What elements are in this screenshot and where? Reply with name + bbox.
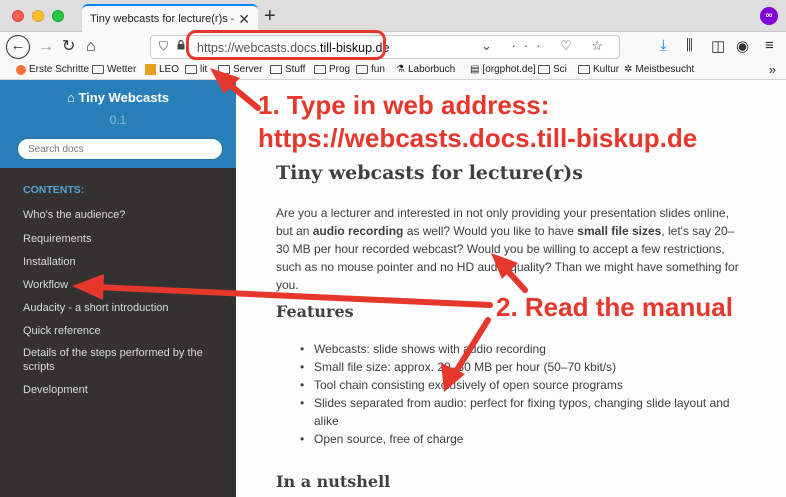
- home-icon: ⌂: [66, 90, 79, 105]
- title-bar: Tiny webcasts for lecture(r)s — Tiny ✕ +…: [0, 0, 786, 32]
- folder-icon: [356, 65, 368, 74]
- toc-item-development[interactable]: Development: [23, 383, 223, 397]
- menu-icon[interactable]: ≡: [765, 37, 774, 54]
- bookmark-meistbesucht[interactable]: ✲ Meistbesucht: [624, 64, 694, 75]
- toc-item-installation[interactable]: Installation: [23, 255, 223, 269]
- bookmark-label: Prog: [329, 64, 351, 75]
- toc-item-quick-reference[interactable]: Quick reference: [23, 324, 223, 338]
- home-icon[interactable]: ⌂: [86, 36, 96, 58]
- bookmark-label: fun: [371, 64, 385, 75]
- folder-icon: [538, 65, 550, 74]
- folder-icon: [185, 65, 197, 74]
- page-actions[interactable]: ⌄ ··· ♡ ☆: [481, 38, 611, 54]
- toc-item-details-steps[interactable]: Details of the steps performed by the sc…: [23, 346, 223, 374]
- back-arrow-icon[interactable]: ←: [6, 35, 30, 59]
- nutshell-heading: In a nutshell: [276, 472, 391, 491]
- intro-emphasis: small file sizes: [577, 224, 662, 238]
- bookmark-fun[interactable]: fun: [356, 64, 385, 75]
- toc-item-audience[interactable]: Who's the audience?: [23, 208, 223, 222]
- bookmark-label: Kultur: [593, 64, 620, 75]
- list-item: Open source, free of charge: [300, 430, 750, 448]
- folder-icon: [218, 65, 230, 74]
- contents-caption: CONTENTS:: [23, 184, 85, 196]
- bookmark-label: Laborbuch: [407, 64, 456, 75]
- gear-icon: ✲: [624, 64, 633, 75]
- address-highlight-box: [186, 30, 386, 60]
- search-docs-input[interactable]: Search docs: [17, 138, 223, 160]
- sidebar-header: ⌂ Tiny Webcasts 0.1 Search docs: [0, 80, 236, 168]
- page-title: Tiny webcasts for lecture(r)s: [276, 162, 583, 184]
- bookmark-label: Meistbesucht: [635, 64, 695, 75]
- firefox-icon: [16, 64, 26, 75]
- bookmark-sci[interactable]: Sci: [538, 64, 567, 75]
- features-list: Webcasts: slide shows with audio recordi…: [300, 340, 750, 448]
- list-item: Tool chain consisting exclusively of ope…: [300, 376, 750, 394]
- bookmark-label: lit: [200, 64, 208, 75]
- bookmark-label: [orgphot.de]: [482, 64, 536, 75]
- toc-item-requirements[interactable]: Requirements: [23, 232, 223, 246]
- sidebar-toggle-icon[interactable]: ◫: [711, 37, 725, 55]
- window-minimize-button[interactable]: [32, 10, 44, 22]
- private-browsing-mask-icon: ∞: [760, 7, 778, 25]
- list-item: Small file size: approx. 20–30 MB per ho…: [300, 358, 750, 376]
- bookmarks-overflow-icon[interactable]: »: [769, 62, 776, 77]
- folder-icon: [314, 65, 326, 74]
- bookmark-generic-icon: ▤: [470, 64, 480, 75]
- forward-arrow-icon[interactable]: →: [38, 36, 54, 58]
- features-heading: Features: [276, 302, 354, 321]
- account-icon[interactable]: ◉: [736, 37, 749, 55]
- navigation-bar: ← → ↻ ⌂ ⛉ https://webcasts.docs.till-bis…: [0, 32, 786, 62]
- annotation-step2: 2. Read the manual: [496, 291, 733, 323]
- project-link[interactable]: ⌂ Tiny Webcasts: [0, 90, 236, 105]
- window-maximize-button[interactable]: [52, 10, 64, 22]
- bookmark-orgphot[interactable]: ▤ [orgphot.de]: [470, 64, 536, 75]
- bookmark-label: Erste Schritte: [29, 64, 90, 75]
- bookmark-wetter[interactable]: Wetter: [92, 64, 136, 75]
- toc-item-workflow[interactable]: Workflow: [23, 278, 223, 292]
- lock-icon[interactable]: [177, 40, 185, 50]
- window-close-button[interactable]: [12, 10, 24, 22]
- project-name: Tiny Webcasts: [78, 90, 170, 105]
- docs-sidebar: ⌂ Tiny Webcasts 0.1 Search docs CONTENTS…: [0, 80, 236, 497]
- bookmark-label: LEO: [159, 64, 180, 75]
- folder-icon: [578, 65, 590, 74]
- lab-icon: ⚗: [396, 64, 405, 75]
- bookmark-stuff[interactable]: Stuff: [270, 64, 305, 75]
- tab-close-icon[interactable]: ✕: [238, 12, 250, 26]
- bookmark-laborbuch[interactable]: ⚗ Laborbuch: [396, 64, 455, 75]
- library-icon[interactable]: ⫼: [686, 37, 693, 54]
- bookmark-kultur[interactable]: Kultur: [578, 64, 619, 75]
- annotation-step1-url: https://webcasts.docs.till-biskup.de: [258, 123, 698, 153]
- version-label: 0.1: [109, 113, 127, 127]
- bookmark-leo[interactable]: LEO: [145, 64, 179, 75]
- folder-icon: [92, 65, 104, 74]
- bookmark-label: Sci: [553, 64, 567, 75]
- downloads-icon[interactable]: ⤓: [660, 37, 667, 54]
- folder-icon: [270, 65, 282, 74]
- reload-icon[interactable]: ↻: [62, 36, 75, 58]
- intro-paragraph: Are you a lecturer and interested in not…: [276, 204, 746, 294]
- bookmark-erste-schritte[interactable]: Erste Schritte: [16, 64, 89, 75]
- toc-item-audacity[interactable]: Audacity - a short introduction: [23, 301, 223, 315]
- bookmark-prog[interactable]: Prog: [314, 64, 350, 75]
- tab-title: Tiny webcasts for lecture(r)s — Tiny: [90, 13, 234, 25]
- bookmark-lit[interactable]: lit: [185, 64, 207, 75]
- leo-icon: [145, 64, 156, 75]
- intro-emphasis: audio recording: [312, 224, 404, 238]
- new-tab-button[interactable]: +: [264, 4, 276, 28]
- intro-text: as well? Would you like to have: [403, 224, 578, 238]
- bookmark-server[interactable]: Server: [218, 64, 262, 75]
- bookmarks-toolbar: Erste Schritte Wetter LEO lit Server Stu…: [0, 62, 786, 80]
- tab-active[interactable]: Tiny webcasts for lecture(r)s — Tiny ✕: [82, 4, 258, 32]
- bookmark-label: Wetter: [107, 64, 137, 75]
- list-item: Webcasts: slide shows with audio recordi…: [300, 340, 750, 358]
- bookmark-label: Stuff: [285, 64, 306, 75]
- list-item: Slides separated from audio: perfect for…: [300, 394, 750, 430]
- tracking-protection-shield-icon[interactable]: ⛉: [159, 39, 168, 54]
- annotation-step1: 1. Type in web address:: [258, 90, 550, 120]
- bookmark-label: Server: [233, 64, 263, 75]
